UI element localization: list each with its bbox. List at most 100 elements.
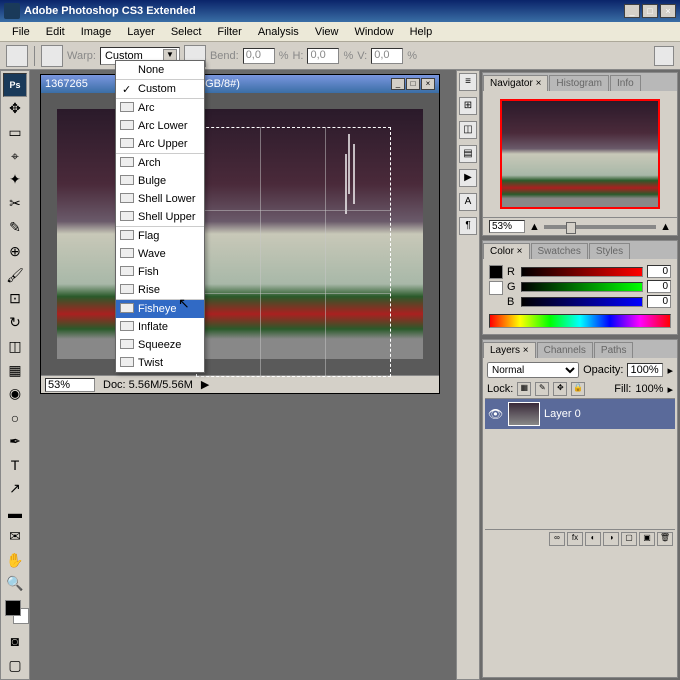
new-layer-icon[interactable]: ▣ [639,532,655,546]
doc-close[interactable]: × [421,78,435,90]
opacity-field[interactable]: 100% [627,363,663,377]
warp-shell-upper[interactable]: Shell Upper [116,208,204,227]
fill-arrow-icon[interactable]: ▸ [667,383,673,396]
fx-icon[interactable]: fx [567,532,583,546]
opacity-arrow-icon[interactable]: ▸ [667,364,673,377]
menu-help[interactable]: Help [402,24,441,40]
dodge-tool[interactable]: ○ [3,406,27,430]
maximize-button[interactable]: □ [642,4,658,18]
menu-analysis[interactable]: Analysis [250,24,307,40]
move-tool[interactable]: ✥ [3,97,27,121]
h-field[interactable]: 0,0 [307,48,339,64]
warp-custom[interactable]: ✓Custom [116,80,204,99]
workspace-button[interactable] [654,46,674,66]
r-field[interactable]: 0 [647,265,671,278]
layer-thumbnail[interactable] [508,402,540,426]
zoom-out-icon[interactable]: ▲ [529,221,540,233]
color-bg-swatch[interactable] [489,281,503,295]
lock-all-icon[interactable]: 🔒 [571,382,585,396]
adjust-icon[interactable]: ◑ [603,532,619,546]
b-slider[interactable] [521,297,643,307]
warp-arch[interactable]: Arch [116,154,204,172]
strip-char-icon[interactable]: A [459,193,477,211]
link-icon[interactable]: ∞ [549,532,565,546]
menu-edit[interactable]: Edit [38,24,73,40]
strip-actions-icon[interactable]: ▶ [459,169,477,187]
status-arrow-icon[interactable]: ▶ [201,378,209,391]
warp-arc-upper[interactable]: Arc Upper [116,135,204,154]
stamp-tool[interactable]: ⊡ [3,287,27,311]
menu-select[interactable]: Select [163,24,210,40]
wand-tool[interactable]: ✦ [3,168,27,192]
warp-flag[interactable]: Flag [116,227,204,245]
history-brush-tool[interactable]: ↻ [3,311,27,335]
blur-tool[interactable]: ◉ [3,382,27,406]
g-slider[interactable] [521,282,643,292]
warp-wave[interactable]: Wave [116,245,204,263]
warp-twist[interactable]: Twist [116,354,204,372]
b-field[interactable]: 0 [647,295,671,308]
strip-brushes-icon[interactable]: ≡ [459,73,477,91]
menu-layer[interactable]: Layer [119,24,163,40]
lock-pixels-icon[interactable]: ▦ [517,382,531,396]
canvas[interactable] [41,93,439,375]
v-field[interactable]: 0,0 [371,48,403,64]
transform-icon[interactable] [6,45,28,67]
tab-navigator[interactable]: Navigator × [483,75,548,91]
warp-arc[interactable]: Arc [116,99,204,117]
fill-field[interactable]: 100% [635,383,663,395]
quickmask-tool[interactable]: ◙ [3,630,27,654]
nav-zoom-field[interactable]: 53% [489,220,525,233]
nav-zoom-slider[interactable] [544,225,656,229]
menu-window[interactable]: Window [346,24,401,40]
brush-tool[interactable]: 🖌 [3,263,27,287]
shape-tool[interactable]: ▬ [3,501,27,525]
path-tool[interactable]: ↗ [3,477,27,501]
mask-icon[interactable]: ◐ [585,532,601,546]
warp-arc-lower[interactable]: Arc Lower [116,117,204,135]
navigator-thumbnail[interactable] [500,99,660,209]
tab-info[interactable]: Info [610,75,641,91]
close-button[interactable]: × [660,4,676,18]
blend-mode-select[interactable]: Normal [487,362,579,378]
zoom-field[interactable]: 53% [45,378,95,392]
lock-move-icon[interactable]: ✥ [553,382,567,396]
lock-paint-icon[interactable]: ✎ [535,382,549,396]
trash-icon[interactable]: 🗑 [657,532,673,546]
menu-image[interactable]: Image [73,24,120,40]
doc-minimize[interactable]: _ [391,78,405,90]
crop-tool[interactable]: ✂ [3,192,27,216]
strip-clone-icon[interactable]: ⊞ [459,97,477,115]
warp-rise[interactable]: Rise [116,281,204,300]
warp-inflate[interactable]: Inflate [116,318,204,336]
pen-tool[interactable]: ✒ [3,429,27,453]
layer-name[interactable]: Layer 0 [544,408,581,420]
hue-ramp[interactable] [489,314,671,328]
hand-tool[interactable]: ✋ [3,548,27,572]
bend-field[interactable]: 0,0 [243,48,275,64]
tab-layers[interactable]: Layers × [483,342,536,358]
r-slider[interactable] [521,267,643,277]
warp-squeeze[interactable]: Squeeze [116,336,204,354]
heal-tool[interactable]: ⊕ [3,239,27,263]
warp-shell-lower[interactable]: Shell Lower [116,190,204,208]
tab-channels[interactable]: Channels [537,342,593,358]
doc-maximize[interactable]: □ [406,78,420,90]
tab-color[interactable]: Color × [483,243,530,259]
warp-fish[interactable]: Fish [116,263,204,281]
canvas-image[interactable] [57,109,423,359]
gradient-tool[interactable]: ▦ [3,358,27,382]
g-field[interactable]: 0 [647,280,671,293]
menu-view[interactable]: View [307,24,347,40]
warp-fisheye[interactable]: Fisheye [116,300,204,318]
tab-paths[interactable]: Paths [594,342,634,358]
zoom-in-icon[interactable]: ▲ [660,221,671,233]
type-tool[interactable]: T [3,453,27,477]
tab-swatches[interactable]: Swatches [531,243,588,259]
notes-tool[interactable]: ✉ [3,525,27,549]
tab-histogram[interactable]: Histogram [549,75,609,91]
strip-layers-icon[interactable]: ▤ [459,145,477,163]
tab-styles[interactable]: Styles [589,243,630,259]
ps-logo-icon[interactable]: Ps [3,73,27,97]
folder-icon[interactable]: ▢ [621,532,637,546]
